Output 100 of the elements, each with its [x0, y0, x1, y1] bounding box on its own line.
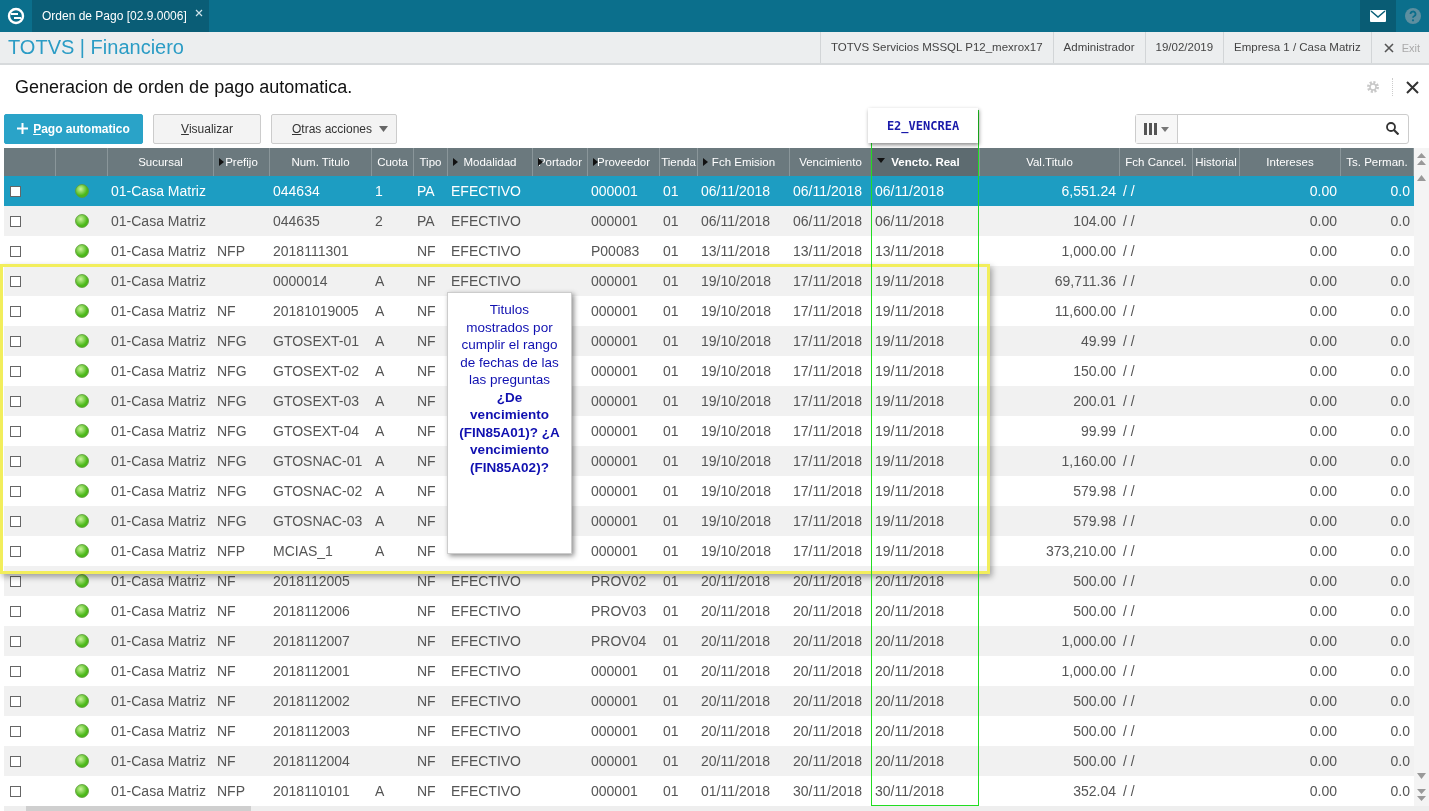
table-cell: 0.00 [1309, 693, 1337, 709]
checkbox[interactable] [10, 545, 21, 557]
table-cell: / / [1123, 183, 1135, 199]
checkbox[interactable] [10, 395, 21, 407]
table-cell: 20/11/2018 [701, 603, 771, 619]
checkbox[interactable] [10, 365, 21, 377]
table-cell: NF [217, 753, 236, 769]
search-icon[interactable] [1386, 122, 1399, 135]
table-cell: 000001 [591, 753, 638, 769]
checkbox[interactable] [10, 245, 21, 257]
checkbox[interactable] [10, 275, 21, 287]
table-cell: 0.0 [1390, 303, 1410, 319]
table-cell: 20/11/2018 [701, 663, 771, 679]
status-icon [75, 694, 89, 708]
triangle-right-icon[interactable] [538, 158, 543, 166]
scroll-down-icon[interactable] [1416, 788, 1427, 802]
tab[interactable]: Orden de Pago [02.9.0006] [32, 0, 209, 32]
table-cell: 19/11/2018 [875, 333, 945, 349]
table-cell: / / [1123, 423, 1135, 439]
checkbox[interactable] [10, 215, 21, 227]
table-cell: NF [217, 573, 236, 589]
checkbox[interactable] [10, 485, 21, 497]
status-icon [75, 274, 89, 288]
table-cell: NF [217, 603, 236, 619]
table-cell: 99.99 [1080, 423, 1116, 439]
table-cell: EFECTIVO [451, 723, 521, 739]
table-cell: NF [417, 483, 436, 499]
table-cell: A [375, 363, 385, 379]
checkbox[interactable] [10, 185, 21, 197]
table-cell: 19/11/2018 [875, 513, 945, 529]
session-info: 19/02/2019 [1144, 32, 1224, 63]
table-cell: 0.0 [1390, 273, 1410, 289]
table-cell: 20/11/2018 [875, 753, 945, 769]
status-icon [75, 304, 89, 318]
table-cell: PROV04 [591, 633, 647, 649]
table-cell: GTOSNAC-03 [273, 513, 363, 529]
toolbar-button[interactable]: Otras acciones [271, 113, 397, 144]
close-icon[interactable] [1383, 42, 1394, 53]
checkbox[interactable] [10, 305, 21, 317]
caret-icon[interactable] [379, 125, 388, 132]
checkbox[interactable] [10, 335, 21, 347]
search-field[interactable] [1135, 113, 1409, 144]
table-cell: 17/11/2018 [793, 483, 863, 499]
table-cell: NF [417, 693, 436, 709]
table-cell: 06/11/2018 [793, 213, 863, 229]
table-cell: EFECTIVO [451, 663, 521, 679]
table-cell: 0.0 [1390, 333, 1410, 349]
scrollbar-thumb[interactable] [26, 806, 251, 811]
table-cell: 01 [663, 333, 679, 349]
checkbox[interactable] [10, 425, 21, 437]
checkbox[interactable] [10, 785, 21, 797]
status-icon [75, 454, 89, 468]
table-cell: 01-Casa Matriz [111, 693, 206, 709]
table-cell: 01-Casa Matriz [111, 423, 206, 439]
table-cell: 06/11/2018 [875, 183, 945, 199]
checkbox[interactable] [10, 665, 21, 677]
checkbox[interactable] [10, 575, 21, 587]
status-icon [75, 244, 89, 258]
table-cell: 2018112007 [273, 633, 350, 649]
table-cell: NFG [217, 483, 247, 499]
plus-icon[interactable] [17, 123, 29, 134]
checkbox[interactable] [10, 635, 21, 647]
table-cell: 17/11/2018 [793, 423, 863, 439]
status-icon [75, 424, 89, 438]
table-cell: NF [417, 543, 436, 559]
table-cell: / / [1123, 513, 1135, 529]
table-cell: PA [417, 183, 435, 199]
checkbox[interactable] [10, 515, 21, 527]
scroll-down-icon[interactable] [1416, 772, 1427, 780]
toolbar-button[interactable]: Visualizar [153, 113, 261, 144]
scroll-up-icon[interactable] [1416, 152, 1427, 166]
table-cell: NF [217, 633, 236, 649]
mail-icon[interactable] [1360, 0, 1396, 32]
table-cell: 0.00 [1309, 753, 1337, 769]
toolbar-button[interactable]: Pago automatico [4, 113, 143, 144]
table-cell: 0.00 [1309, 453, 1337, 469]
checkbox[interactable] [10, 605, 21, 617]
columns-icon[interactable] [1143, 122, 1170, 135]
checkbox[interactable] [10, 725, 21, 737]
close-icon[interactable] [1406, 80, 1419, 94]
table-cell: NF [417, 453, 436, 469]
table-cell: 0.0 [1390, 603, 1410, 619]
table-cell: 2018112001 [273, 663, 350, 679]
table-cell: 20/11/2018 [793, 693, 863, 709]
table-cell: 20/11/2018 [701, 633, 771, 649]
checkbox[interactable] [10, 755, 21, 767]
table-cell: 06/11/2018 [875, 213, 945, 229]
table-cell: 19/10/2018 [701, 393, 772, 409]
table-cell: NFG [217, 423, 247, 439]
table-cell: 01 [663, 693, 679, 709]
table-cell: / / [1123, 333, 1135, 349]
column-header[interactable]: Vencto. Real [872, 148, 980, 176]
checkbox[interactable] [10, 695, 21, 707]
table-cell: 044635 [273, 213, 320, 229]
checkbox[interactable] [10, 455, 21, 467]
table-cell: 0.0 [1390, 453, 1410, 469]
column-selector[interactable] [1136, 114, 1178, 143]
scroll-up-icon[interactable] [1416, 174, 1427, 182]
status-icon [75, 604, 89, 618]
sort-down-icon[interactable] [877, 158, 885, 163]
